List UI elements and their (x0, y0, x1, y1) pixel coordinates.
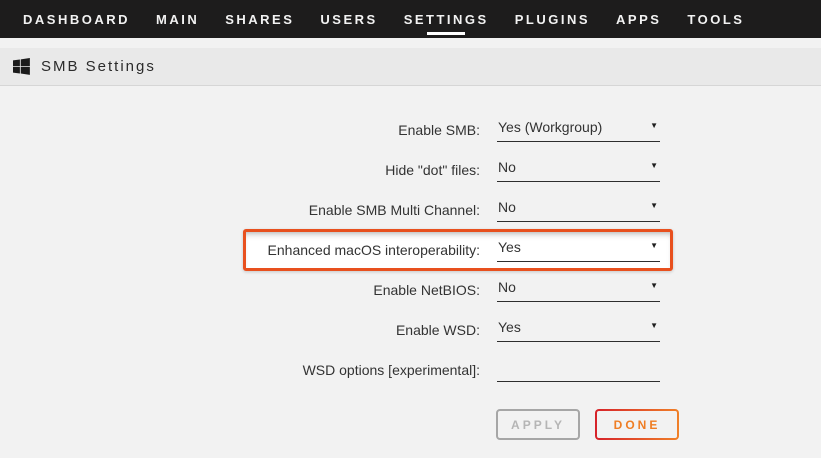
nav-item-settings[interactable]: SETTINGS (391, 0, 502, 38)
enable-smb-select[interactable]: Yes (Workgroup) ▼ (497, 118, 660, 142)
chevron-down-icon: ▼ (650, 161, 658, 170)
nav-item-main[interactable]: MAIN (143, 0, 212, 38)
section-header: SMB Settings (0, 48, 821, 86)
netbios-label: Enable NetBIOS: (0, 282, 480, 298)
chevron-down-icon: ▼ (650, 281, 658, 290)
chevron-down-icon: ▼ (650, 121, 658, 130)
chevron-down-icon: ▼ (650, 241, 658, 250)
wsd-value: Yes (498, 319, 521, 335)
chevron-down-icon: ▼ (650, 321, 658, 330)
enable-wsd-select[interactable]: Yes ▼ (497, 318, 660, 342)
enable-smb-value: Yes (Workgroup) (498, 119, 602, 135)
page-title: SMB Settings (41, 58, 156, 75)
wsd-options-label: WSD options [experimental]: (0, 362, 480, 378)
netbios-value: No (498, 279, 516, 295)
form-row-enable-smb: Enable SMB: Yes (Workgroup) ▼ (0, 110, 821, 150)
nav-item-dashboard[interactable]: DASHBOARD (10, 0, 143, 38)
hide-dot-files-value: No (498, 159, 516, 175)
smb-multi-channel-label: Enable SMB Multi Channel: (0, 202, 480, 218)
enhanced-macos-interoperability-select[interactable]: Yes ▼ (497, 238, 660, 262)
chevron-down-icon: ▼ (650, 201, 658, 210)
top-nav: DASHBOARD MAIN SHARES USERS SETTINGS PLU… (0, 0, 821, 38)
form-row-hide-dot-files: Hide "dot" files: No ▼ (0, 150, 821, 190)
enable-smb-label: Enable SMB: (0, 122, 480, 138)
nav-item-tools[interactable]: TOOLS (674, 0, 757, 38)
wsd-label: Enable WSD: (0, 322, 480, 338)
windows-icon (13, 58, 30, 75)
smb-multi-channel-value: No (498, 199, 516, 215)
nav-item-shares[interactable]: SHARES (212, 0, 307, 38)
smb-multi-channel-select[interactable]: No ▼ (497, 198, 660, 222)
hide-dot-files-label: Hide "dot" files: (0, 162, 480, 178)
nav-item-plugins[interactable]: PLUGINS (502, 0, 603, 38)
form-row-wsd-options: WSD options [experimental]: (0, 350, 821, 390)
done-button[interactable]: DONE (595, 409, 679, 440)
nav-item-users[interactable]: USERS (307, 0, 390, 38)
form-actions: APPLY DONE (496, 409, 821, 440)
apply-button[interactable]: APPLY (496, 409, 580, 440)
hide-dot-files-select[interactable]: No ▼ (497, 158, 660, 182)
form-row-enhanced-macos: Enhanced macOS interoperability: Yes ▼ (0, 230, 821, 270)
form-row-smb-multi-channel: Enable SMB Multi Channel: No ▼ (0, 190, 821, 230)
enhanced-macos-value: Yes (498, 239, 521, 255)
enhanced-macos-label: Enhanced macOS interoperability: (0, 242, 480, 258)
form-row-wsd: Enable WSD: Yes ▼ (0, 310, 821, 350)
form-row-netbios: Enable NetBIOS: No ▼ (0, 270, 821, 310)
smb-settings-form: Enable SMB: Yes (Workgroup) ▼ Hide "dot"… (0, 86, 821, 440)
wsd-options-input[interactable] (497, 358, 660, 382)
enable-netbios-select[interactable]: No ▼ (497, 278, 660, 302)
nav-item-apps[interactable]: APPS (603, 0, 674, 38)
